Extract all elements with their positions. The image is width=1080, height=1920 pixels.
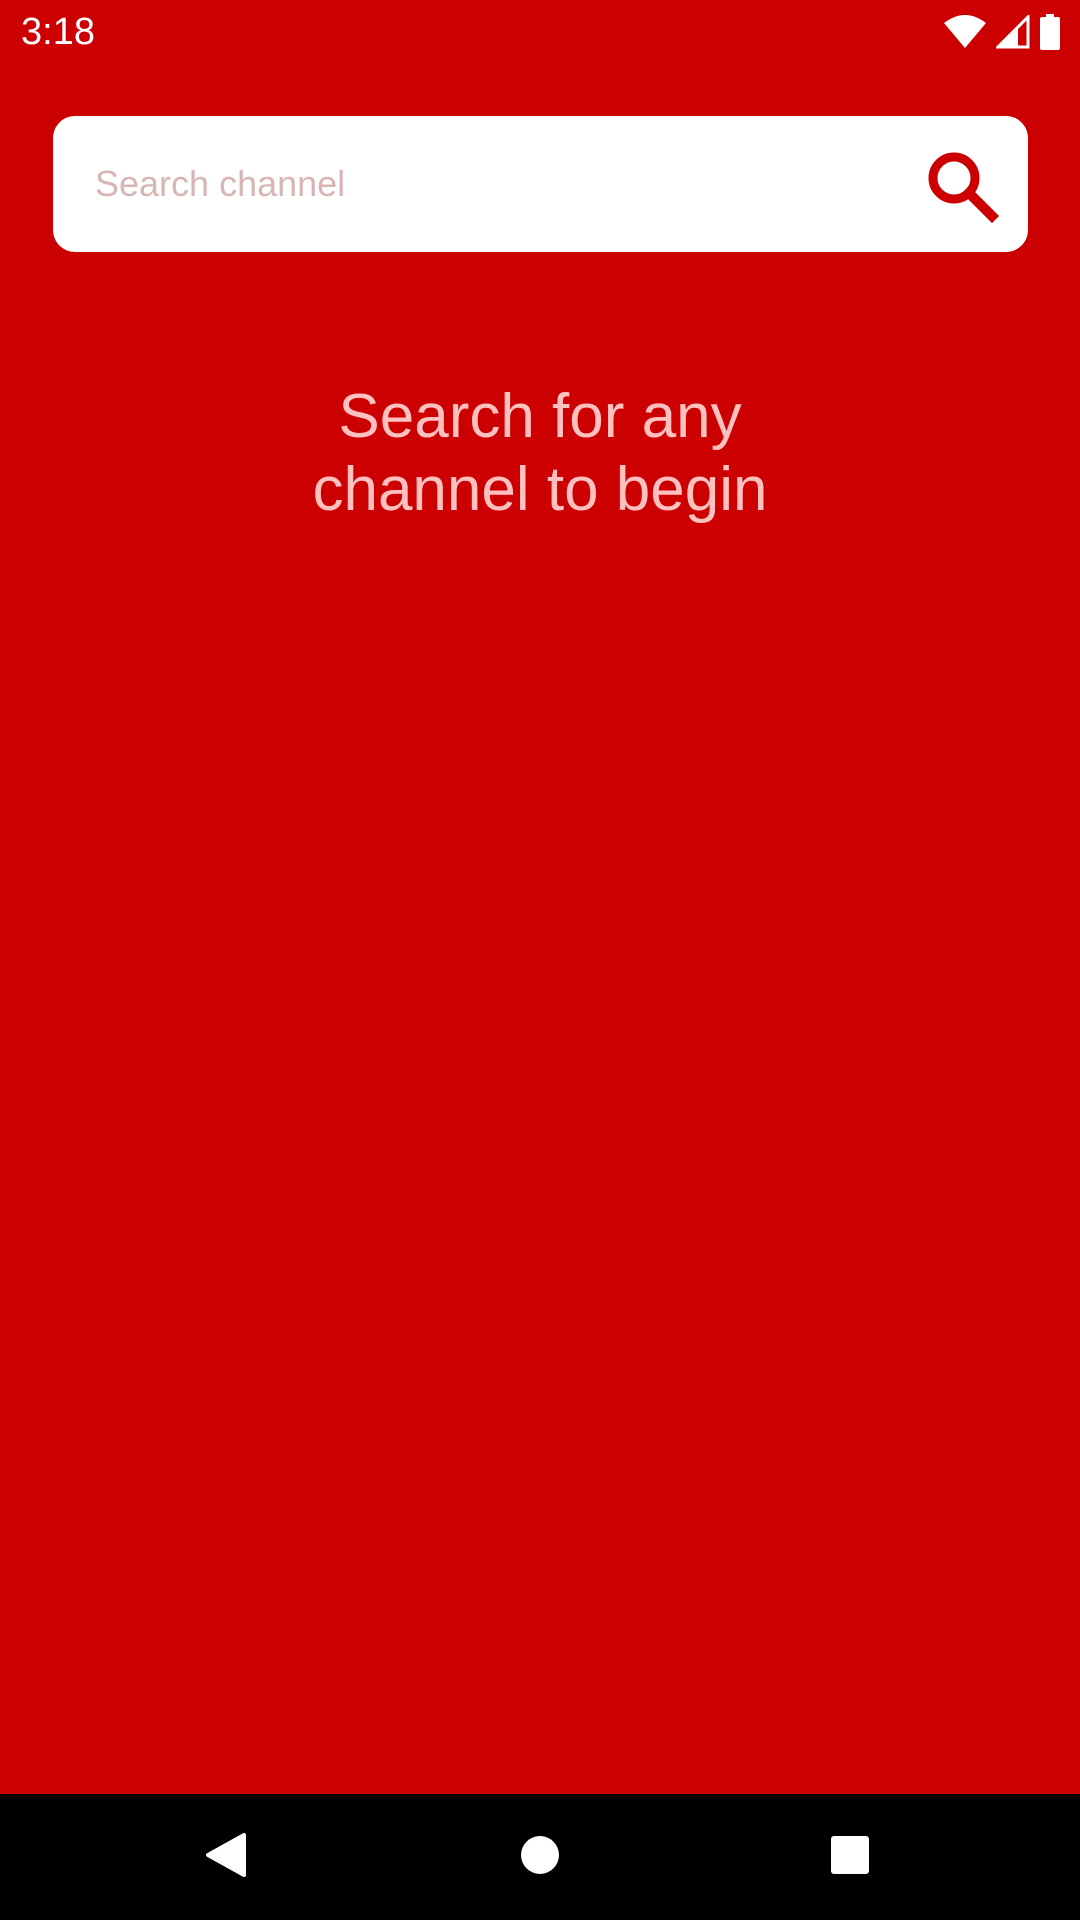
empty-state-message: Search for any channel to begin <box>0 380 1080 526</box>
home-button[interactable] <box>500 1817 580 1897</box>
empty-state-line-2: channel to begin <box>312 455 768 524</box>
recents-icon <box>830 1835 870 1880</box>
app-screen: 3:18 Search channel Search for any chann… <box>0 0 1080 1920</box>
recents-button[interactable] <box>810 1817 890 1897</box>
status-icons <box>944 12 1060 52</box>
wifi-icon <box>944 15 986 49</box>
home-icon <box>520 1835 560 1880</box>
search-box <box>53 116 1028 252</box>
search-input[interactable] <box>95 116 915 252</box>
empty-state-line-1: Search for any <box>338 382 742 451</box>
search-button[interactable] <box>924 150 1000 226</box>
cellular-signal-icon <box>996 15 1030 49</box>
battery-icon <box>1040 14 1060 50</box>
back-icon <box>204 1831 248 1884</box>
navigation-bar <box>0 1794 1080 1920</box>
search-icon <box>924 148 1000 229</box>
back-button[interactable] <box>186 1817 266 1897</box>
status-bar: 3:18 <box>0 0 1080 64</box>
status-time: 3:18 <box>21 11 95 53</box>
